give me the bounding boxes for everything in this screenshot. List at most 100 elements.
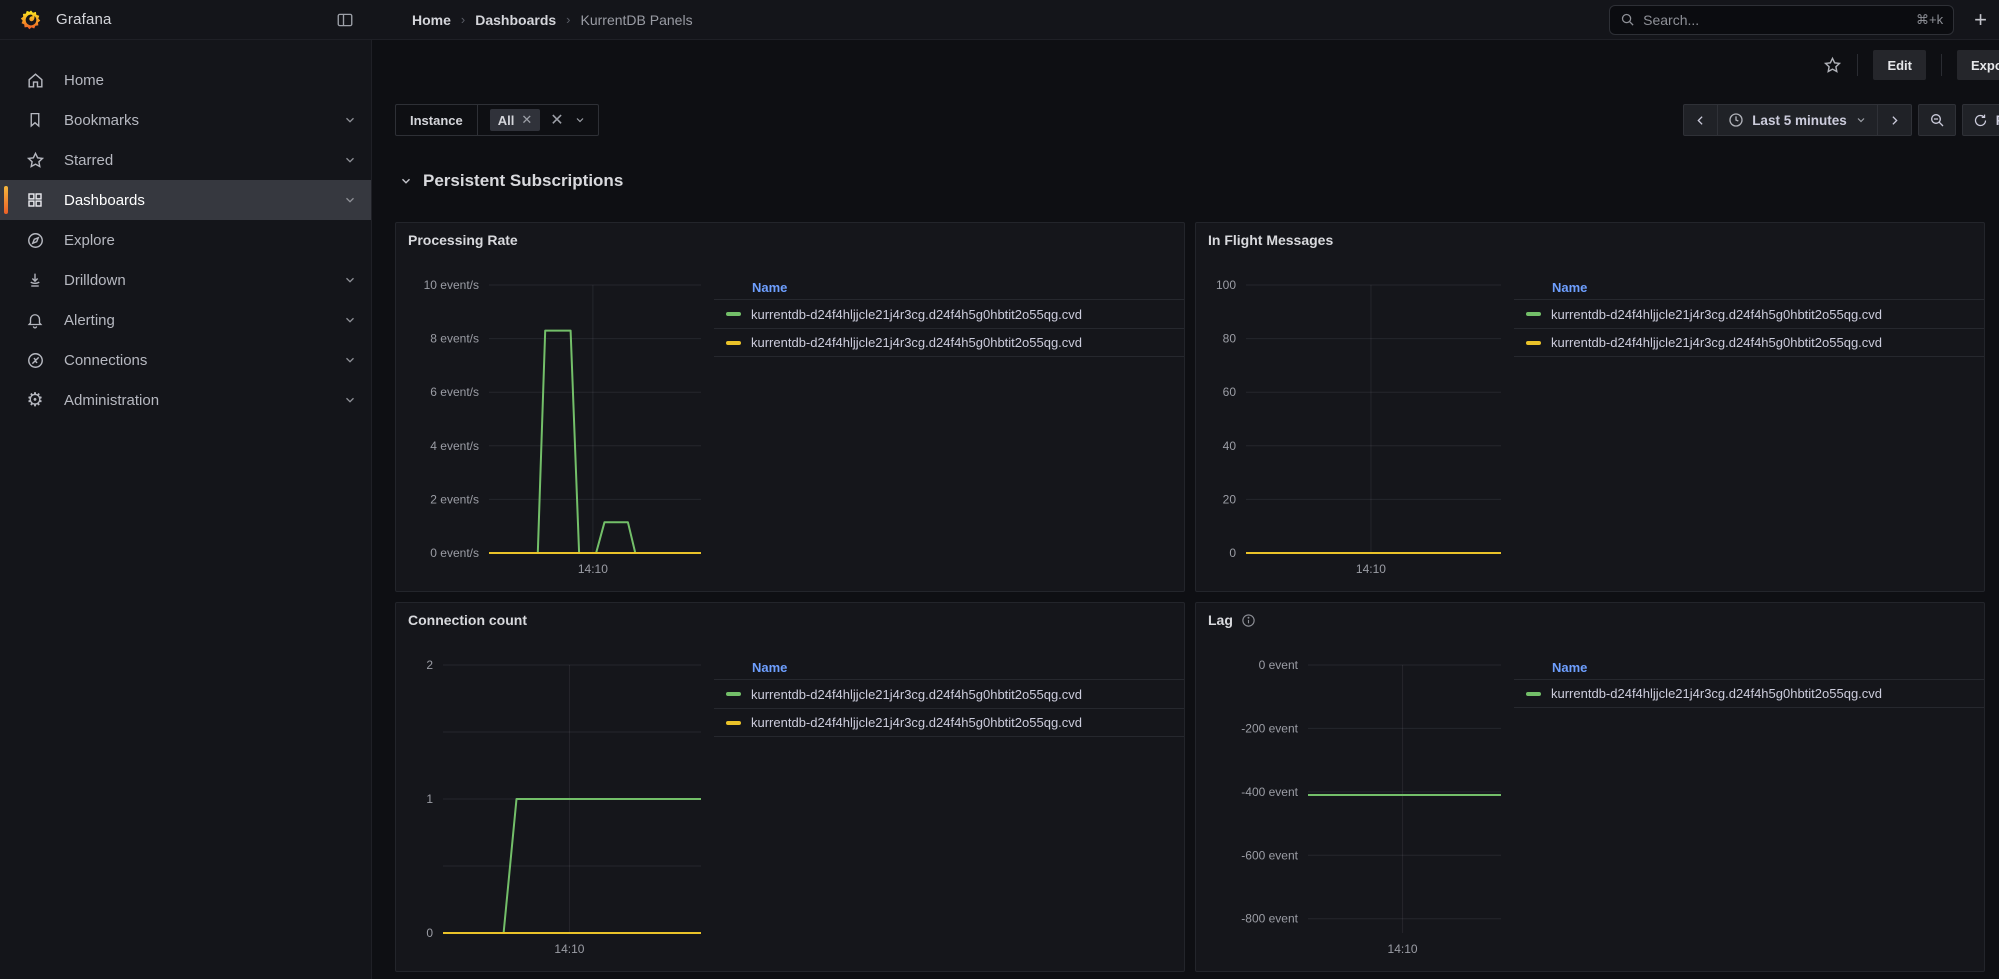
sidebar-item-connections[interactable]: Connections [0, 340, 371, 380]
y-tick-label: 0 event/s [430, 546, 479, 560]
breadcrumb-item-current: KurrentDB Panels [581, 12, 693, 28]
series-color-swatch [726, 341, 741, 345]
clear-filter-icon[interactable]: ✕ [550, 110, 563, 130]
section-toggle-persistent-subscriptions[interactable]: Persistent Subscriptions [372, 164, 1999, 198]
gear-icon: ⚙ [24, 391, 46, 410]
chart-processing-rate[interactable]: 10 event/s8 event/s6 event/s4 event/s2 e… [396, 263, 726, 583]
sidebar-item-home[interactable]: Home [0, 60, 371, 100]
search-icon [1620, 12, 1635, 27]
y-tick-label: 0 event [1259, 658, 1299, 672]
sidebar-item-starred[interactable]: Starred [0, 140, 371, 180]
x-tick-label: 14:10 [1356, 562, 1386, 576]
favorite-star-button[interactable] [1823, 56, 1842, 75]
legend: Namekurrentdb-d24f4hljjcle21j4r3cg.d24f4… [1514, 277, 1984, 357]
legend-header[interactable]: Name [714, 657, 1184, 679]
refresh-button[interactable]: Refresh [1963, 105, 1999, 135]
filter-value-chip[interactable]: All ✕ [490, 109, 541, 131]
info-icon[interactable] [1241, 613, 1256, 628]
chevron-down-icon[interactable] [343, 113, 357, 127]
series-name: kurrentdb-d24f4hljjcle21j4r3cg.d24f4h5g0… [751, 335, 1082, 350]
legend: Name kurrentdb-d24f4hljjcle21j4r3cg.d24f4… [714, 657, 1184, 737]
legend-header[interactable]: Name [714, 277, 1184, 299]
dashboard-main: Edit Export Instance All ✕ ✕ [372, 40, 1999, 979]
star-icon [24, 151, 46, 170]
instance-filter[interactable]: Instance All ✕ ✕ [395, 104, 599, 136]
sidebar-item-drilldown[interactable]: Drilldown [0, 260, 371, 300]
series-color-swatch [726, 692, 741, 696]
edit-button[interactable]: Edit [1873, 50, 1926, 80]
filter-label: Instance [396, 105, 478, 135]
y-tick-label: 2 [426, 658, 433, 672]
compass-icon [24, 231, 46, 250]
breadcrumb-item-dashboards[interactable]: Dashboards [475, 12, 556, 28]
legend-header[interactable]: Name [1514, 657, 1984, 679]
dashboard-toolbar: Edit Export [372, 40, 1999, 90]
drilldown-icon [24, 271, 46, 289]
legend-item[interactable]: kurrentdb-d24f4hljjcle21j4r3cg.d24f4h5g0… [714, 299, 1184, 328]
series-name: kurrentdb-d24f4hljjcle21j4r3cg.d24f4h5g0… [1551, 335, 1882, 350]
series-name: kurrentdb-d24f4hljjcle21j4r3cg.d24f4h5g0… [1551, 686, 1882, 701]
y-tick-label: -800 event [1241, 912, 1298, 926]
panel-title[interactable]: Lag [1208, 612, 1256, 628]
chevron-down-icon[interactable] [343, 353, 357, 367]
legend-item[interactable]: kurrentdb-d24f4hljjcle21j4r3cg.d24f4h5g0… [1514, 299, 1984, 328]
dock-sidebar-icon[interactable] [336, 11, 354, 29]
chevron-down-icon[interactable] [343, 393, 357, 407]
series-color-swatch [1526, 692, 1541, 696]
search-box[interactable]: ⌘+k [1609, 5, 1954, 35]
export-button[interactable]: Export [1957, 50, 1999, 80]
panel-title[interactable]: Connection count [408, 612, 527, 628]
sidebar-item-alerting[interactable]: Alerting [0, 300, 371, 340]
panel-lag: Lag 0 event-200 event-400 event-600 even… [1195, 602, 1985, 972]
time-back-button[interactable] [1684, 105, 1717, 135]
legend-item[interactable]: kurrentdb-d24f4hljjcle21j4r3cg.d24f4h5g0… [1514, 328, 1984, 357]
zoom-out-button[interactable] [1919, 105, 1955, 135]
sidebar-item-administration[interactable]: ⚙ Administration [0, 380, 371, 420]
filter-values[interactable]: All ✕ ✕ [478, 105, 598, 135]
sidebar-item-explore[interactable]: Explore [0, 220, 371, 260]
y-tick-label: 1 [426, 792, 433, 806]
legend: Name kurrentdb-d24f4hljjcle21j4r3cg.d24f4… [1514, 657, 1984, 708]
legend-item[interactable]: kurrentdb-d24f4hljjcle21j4r3cg.d24f4h5g0… [1514, 679, 1984, 708]
x-tick-label: 14:10 [1388, 942, 1418, 956]
y-tick-label: -200 event [1241, 721, 1298, 735]
y-tick-label: 60 [1223, 385, 1237, 399]
time-range-button[interactable]: Last 5 minutes [1717, 105, 1877, 135]
nav-left: Grafana [0, 0, 372, 39]
bookmark-icon [24, 111, 46, 129]
panel-processing-rate: Processing Rate 10 event/s8 event/s6 eve… [395, 222, 1185, 592]
panel-title[interactable]: Processing Rate [408, 232, 518, 248]
brand-title: Grafana [56, 11, 112, 28]
sidebar-item-bookmarks[interactable]: Bookmarks [0, 100, 371, 140]
chevron-down-icon[interactable] [343, 313, 357, 327]
time-forward-button[interactable] [1877, 105, 1911, 135]
add-new-button[interactable]: + [1972, 9, 1989, 31]
bell-icon [24, 311, 46, 329]
chart-in-flight-messages[interactable]: 10080604020014:10 [1196, 263, 1526, 583]
plug-icon [24, 351, 46, 370]
legend-header[interactable]: Name [1514, 277, 1984, 299]
chevron-down-icon[interactable] [343, 273, 357, 287]
search-input[interactable] [1643, 12, 1908, 28]
legend-item[interactable]: kurrentdb-d24f4hljjcle21j4r3cg.d24f4h5g0… [714, 328, 1184, 357]
grafana-logo[interactable] [20, 9, 42, 31]
panel-in-flight-messages: In Flight Messages 10080604020014:10 Nam… [1195, 222, 1985, 592]
panel-title[interactable]: In Flight Messages [1208, 232, 1333, 248]
sidebar-nav: Home Bookmarks Starred Dashboards [0, 40, 372, 979]
chip-remove-icon[interactable]: ✕ [521, 112, 532, 128]
series-name: kurrentdb-d24f4hljjcle21j4r3cg.d24f4h5g0… [751, 687, 1082, 702]
dropdown-caret-icon[interactable] [574, 114, 586, 126]
chevron-down-icon[interactable] [343, 153, 357, 167]
y-tick-label: 80 [1223, 332, 1237, 346]
nav-right: ⌘+k + [1609, 5, 1999, 35]
chart-lag[interactable]: 0 event-200 event-400 event-600 event-80… [1196, 643, 1526, 963]
chevron-down-icon[interactable] [343, 193, 357, 207]
breadcrumb-item-home[interactable]: Home [412, 12, 451, 28]
breadcrumb-separator: › [566, 12, 570, 27]
legend-item[interactable]: kurrentdb-d24f4hljjcle21j4r3cg.d24f4h5g0… [714, 708, 1184, 737]
y-tick-label: 0 [1229, 546, 1236, 560]
legend-item[interactable]: kurrentdb-d24f4hljjcle21j4r3cg.d24f4h5g0… [714, 679, 1184, 708]
panel-connection-count: Connection count 21014:10 Namekurrentdb-… [395, 602, 1185, 972]
chart-connection-count[interactable]: 21014:10 [396, 643, 726, 963]
sidebar-item-dashboards[interactable]: Dashboards [0, 180, 371, 220]
